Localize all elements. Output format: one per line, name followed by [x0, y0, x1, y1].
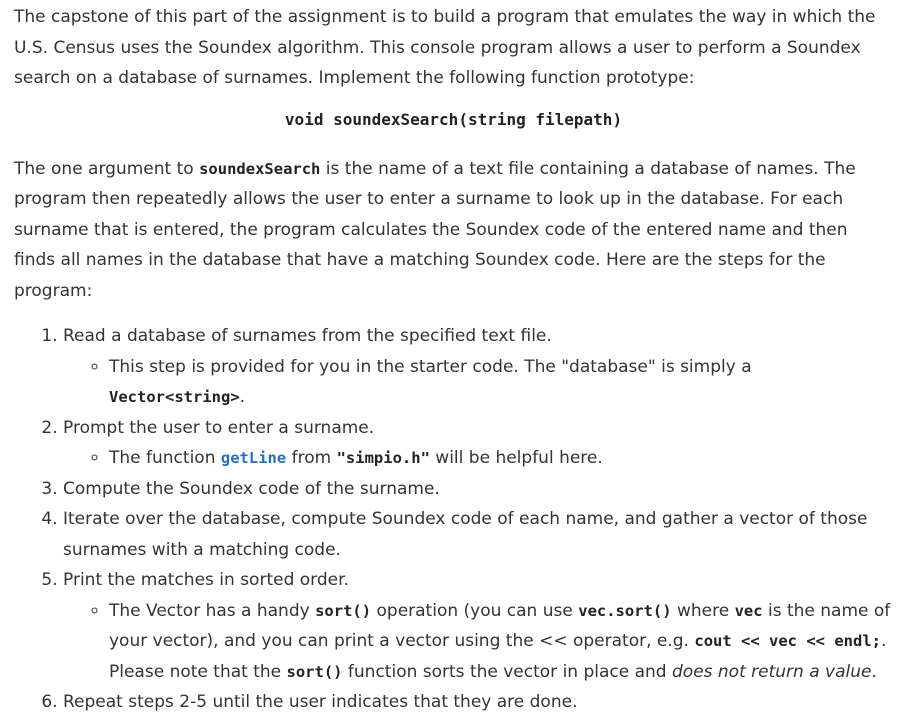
step-1-sub-text: This step is provided for you in the sta…: [109, 356, 752, 377]
step-6-text: Repeat steps 2-5 until the user indicate…: [63, 692, 578, 712]
inline-code-vec: vec: [734, 601, 763, 620]
document-page: The capstone of this part of the assignm…: [0, 0, 907, 712]
program-steps-list: Read a database of surnames from the spe…: [14, 321, 893, 718]
step-5-subitem: The Vector has a handy sort() operation …: [109, 596, 893, 688]
step-5-sub-t3: where: [671, 600, 735, 621]
description-paragraph: The one argument to soundexSearch is the…: [14, 154, 893, 307]
step-5-text: Print the matches in sorted order.: [63, 570, 349, 590]
inline-code-soundexsearch: soundexSearch: [199, 159, 321, 178]
step-item-3: Compute the Soundex code of the surname.: [63, 474, 893, 505]
getline-link[interactable]: getLine: [221, 449, 286, 467]
inline-code-vec-sort: vec.sort(): [578, 601, 672, 620]
emphasis-no-return: does not return a value: [672, 661, 872, 682]
step-item-6: Repeat steps 2-5 until the user indicate…: [63, 687, 893, 718]
inline-code-simpio: "simpio.h": [336, 449, 430, 467]
inline-code-cout: cout << vec << endl;: [694, 632, 881, 650]
inline-code-sort-2: sort(): [286, 662, 343, 681]
step-4-text: Iterate over the database, compute Sound…: [63, 509, 868, 560]
step-2-subitem: The function getLine from "simpio.h" wil…: [109, 443, 893, 474]
step-2-sub-text-2: from: [286, 448, 337, 468]
step-2-sub-text-1: The function: [109, 448, 221, 468]
step-5-sub-t7: .: [871, 661, 877, 682]
step-1-sublist: This step is provided for you in the sta…: [63, 352, 893, 413]
step-1-subitem: This step is provided for you in the sta…: [109, 352, 893, 413]
step-3-text: Compute the Soundex code of the surname.: [63, 478, 440, 499]
step-5-sub-t2: operation (you can use: [371, 600, 579, 621]
step-2-sub-text-3: will be helpful here.: [429, 448, 603, 468]
description-text-2: is the name of a text file containing a …: [14, 158, 856, 301]
step-1-text: Read a database of surnames from the spe…: [63, 326, 552, 346]
step-item-4: Iterate over the database, compute Sound…: [63, 504, 893, 565]
function-prototype: void soundexSearch(string filepath): [14, 106, 893, 134]
step-2-sublist: The function getLine from "simpio.h" wil…: [63, 443, 893, 474]
step-5-sub-t1: The Vector has a handy: [109, 600, 316, 621]
prototype-code: void soundexSearch(string filepath): [284, 109, 623, 129]
intro-paragraph: The capstone of this part of the assignm…: [14, 7, 876, 88]
step-item-1: Read a database of surnames from the spe…: [63, 321, 893, 413]
step-5-sublist: The Vector has a handy sort() operation …: [63, 596, 893, 688]
step-item-2: Prompt the user to enter a surname. The …: [63, 413, 893, 474]
inline-code-sort: sort(): [315, 601, 372, 620]
step-2-text: Prompt the user to enter a surname.: [63, 417, 375, 438]
description-text-1: The one argument to: [14, 158, 200, 179]
step-1-sub-end: .: [239, 387, 246, 407]
step-item-5: Print the matches in sorted order. The V…: [63, 565, 893, 687]
step-5-sub-t6: function sorts the vector in place and: [342, 661, 672, 682]
inline-code-vector-string: Vector<string>: [109, 388, 240, 406]
